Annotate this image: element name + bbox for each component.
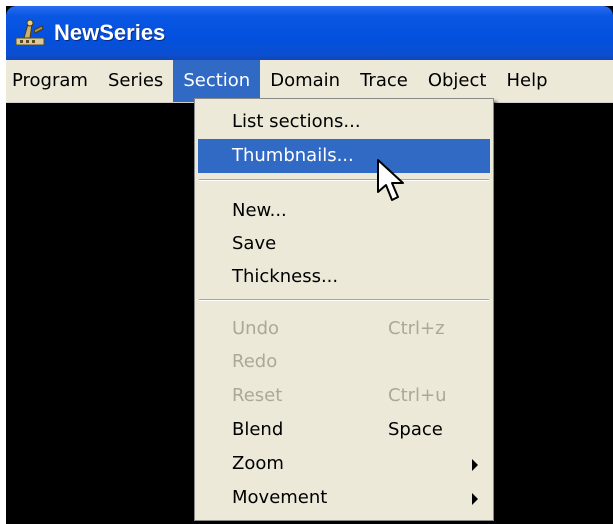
menu-item-new[interactable]: New...	[198, 194, 490, 228]
reset-shortcut: Ctrl+u	[388, 385, 447, 406]
blend-label: Blend	[232, 419, 284, 440]
menu-item-blend[interactable]: Blend Space	[198, 413, 490, 447]
menu-bar: Program Series Section Domain Trace Obje…	[6, 60, 613, 103]
menu-item-movement[interactable]: Movement	[198, 481, 490, 515]
menu-item-save[interactable]: Save	[198, 227, 490, 261]
redo-label: Redo	[232, 351, 278, 372]
menu-section[interactable]: Section	[173, 60, 261, 102]
menu-domain[interactable]: Domain	[260, 60, 350, 102]
menu-item-undo[interactable]: Undo Ctrl+z	[198, 312, 490, 346]
submenu-arrow-icon	[472, 493, 478, 505]
menu-trace[interactable]: Trace	[350, 60, 418, 102]
save-label: Save	[232, 233, 277, 254]
menu-series[interactable]: Series	[98, 60, 173, 102]
title-bar[interactable]: NewSeries	[6, 6, 613, 60]
new-label: New...	[232, 200, 287, 221]
undo-shortcut: Ctrl+z	[388, 318, 445, 339]
zoom-label: Zoom	[232, 453, 284, 474]
menu-help[interactable]: Help	[496, 60, 557, 102]
menu-item-reset[interactable]: Reset Ctrl+u	[198, 379, 490, 413]
menu-item-thickness[interactable]: Thickness...	[198, 260, 490, 294]
menu-program[interactable]: Program	[6, 60, 98, 102]
window-title: NewSeries	[54, 20, 166, 45]
menu-object[interactable]: Object	[418, 60, 497, 102]
thumbnails-label: Thumbnails...	[232, 145, 354, 166]
menu-item-zoom[interactable]: Zoom	[198, 447, 490, 481]
menu-item-list-sections[interactable]: List sections...	[198, 105, 490, 139]
menu-separator	[199, 299, 489, 301]
blend-shortcut: Space	[388, 419, 443, 440]
section-dropdown-menu: List sections... Thumbnails... New... Sa…	[194, 98, 494, 521]
menu-item-thumbnails[interactable]: Thumbnails...	[198, 139, 490, 173]
menu-item-redo[interactable]: Redo	[198, 345, 490, 379]
submenu-arrow-icon	[472, 459, 478, 471]
movement-label: Movement	[232, 487, 328, 508]
thickness-label: Thickness...	[232, 266, 339, 287]
newseries-app-icon	[14, 18, 48, 48]
menu-separator	[199, 179, 489, 181]
undo-label: Undo	[232, 318, 280, 339]
reset-label: Reset	[232, 385, 283, 406]
list-sections-label: List sections...	[232, 111, 361, 132]
mouse-cursor-icon	[377, 159, 404, 201]
